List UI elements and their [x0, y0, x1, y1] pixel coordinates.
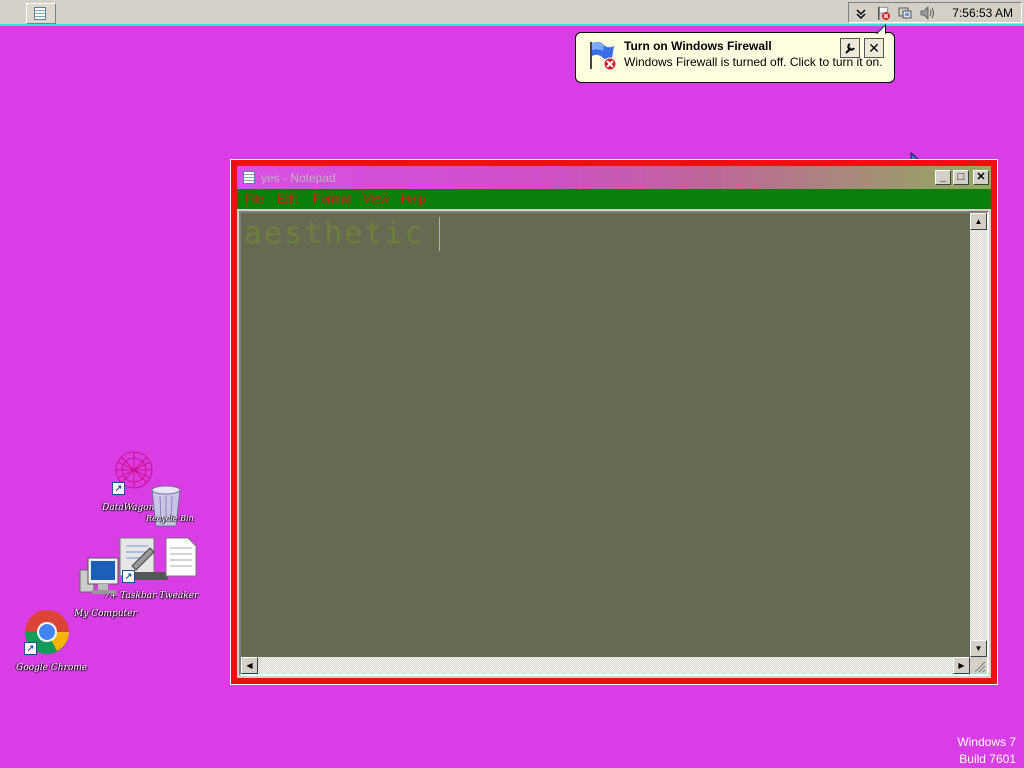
system-tray: 7:56:53 AM — [848, 2, 1022, 23]
windows-build-watermark: Build 7601 — [959, 752, 1016, 766]
desktop-icon-google-chrome[interactable]: ↗ — [22, 608, 72, 658]
taskbar: 7:56:53 AM — [0, 0, 1024, 26]
desktop-icon-label: Recycle Bin — [146, 514, 194, 523]
notepad-icon — [34, 7, 46, 20]
shortcut-arrow-icon: ↗ — [112, 482, 125, 495]
menu-format[interactable]: Format — [313, 192, 351, 206]
window-title: yes - Notepad — [261, 171, 336, 185]
balloon-options-button[interactable] — [840, 38, 860, 58]
menu-help[interactable]: Help — [401, 192, 426, 206]
shortcut-arrow-icon: ↗ — [24, 642, 37, 655]
notepad-title-bar[interactable]: yes - Notepad _ □ ✕ — [237, 166, 991, 189]
scroll-left-button[interactable]: ◀ — [241, 657, 258, 674]
network-icon[interactable] — [897, 5, 913, 21]
scroll-down-button[interactable]: ▼ — [970, 640, 987, 657]
desktop-icon-label: My Computer — [74, 609, 137, 619]
desktop-icon-my-computer[interactable] — [78, 556, 122, 600]
text-caret — [439, 217, 440, 251]
taskbar-notepad-button[interactable] — [26, 3, 56, 24]
volume-icon[interactable] — [919, 5, 935, 21]
balloon-title: Turn on Windows Firewall — [624, 39, 772, 53]
text-editor-area[interactable]: aesthetic ▲ ▼ ◀ ▶ — [239, 211, 989, 676]
resize-grip-icon[interactable] — [970, 657, 987, 674]
wrench-icon — [843, 42, 857, 58]
close-icon: ✕ — [976, 171, 986, 183]
minimize-icon: _ — [939, 171, 947, 183]
desktop-icon-taskbar-tweaker[interactable]: ↗ — [118, 536, 200, 588]
maximize-button[interactable]: □ — [953, 170, 969, 185]
menu-bar: File Edit Format View Help — [237, 189, 991, 209]
shortcut-arrow-icon: ↗ — [122, 570, 135, 583]
close-button[interactable]: ✕ — [973, 170, 989, 185]
menu-view[interactable]: View — [363, 192, 389, 206]
scroll-right-button[interactable]: ▶ — [953, 657, 970, 674]
menu-file[interactable]: File — [245, 192, 264, 206]
clock[interactable]: 7:56:53 AM — [952, 6, 1013, 20]
editor-content[interactable]: aesthetic — [244, 216, 425, 251]
maximize-icon: □ — [957, 171, 965, 183]
close-icon: ✕ — [868, 40, 880, 56]
computer-icon — [78, 557, 122, 604]
windows-firewall-flag-icon — [586, 39, 618, 71]
notepad-icon — [243, 171, 255, 184]
notepad-window[interactable]: yes - Notepad _ □ ✕ File Edit Format Vie… — [230, 159, 998, 685]
windows-version-watermark: Windows 7 — [957, 735, 1016, 749]
firewall-notification-balloon[interactable]: Turn on Windows Firewall Windows Firewal… — [575, 24, 895, 83]
horizontal-scrollbar[interactable]: ◀ ▶ — [241, 657, 970, 674]
scroll-up-button[interactable]: ▲ — [970, 213, 987, 230]
minimize-button[interactable]: _ — [935, 170, 951, 185]
menu-edit[interactable]: Edit — [277, 192, 298, 206]
balloon-close-button[interactable]: ✕ — [864, 38, 884, 58]
action-center-flag-icon[interactable] — [875, 5, 891, 21]
chevron-down-icon[interactable] — [853, 5, 869, 21]
desktop-icon-label: Google Chrome — [16, 663, 88, 673]
vertical-scrollbar[interactable]: ▲ ▼ — [970, 213, 987, 657]
